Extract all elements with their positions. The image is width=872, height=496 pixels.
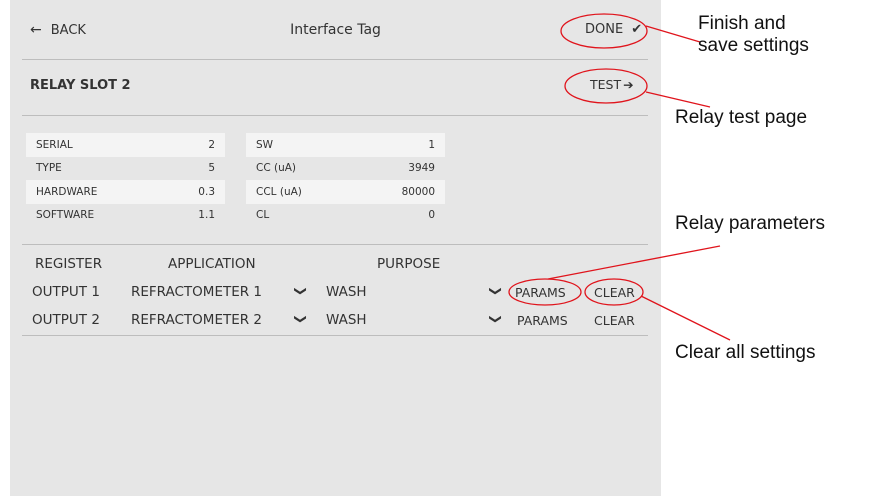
annotation-leader: [645, 25, 701, 43]
annotation-circle: [584, 278, 644, 306]
annotation-leader: [640, 295, 731, 341]
annotation-finish: Finish and save settings: [698, 13, 809, 57]
annotation-clear-all: Clear all settings: [675, 342, 816, 363]
annotation-text: Finish and: [698, 13, 786, 34]
annotation-text: save settings: [698, 35, 809, 56]
annotation-overlay: [508, 13, 731, 341]
annotation-circle: [508, 278, 582, 306]
annotation-leader: [547, 245, 721, 280]
annotation-circle: [560, 13, 648, 49]
annotation-parameters: Relay parameters: [675, 213, 825, 234]
annotation-leader: [645, 91, 711, 108]
annotation-circle: [564, 68, 648, 104]
annotation-test-page: Relay test page: [675, 107, 808, 128]
